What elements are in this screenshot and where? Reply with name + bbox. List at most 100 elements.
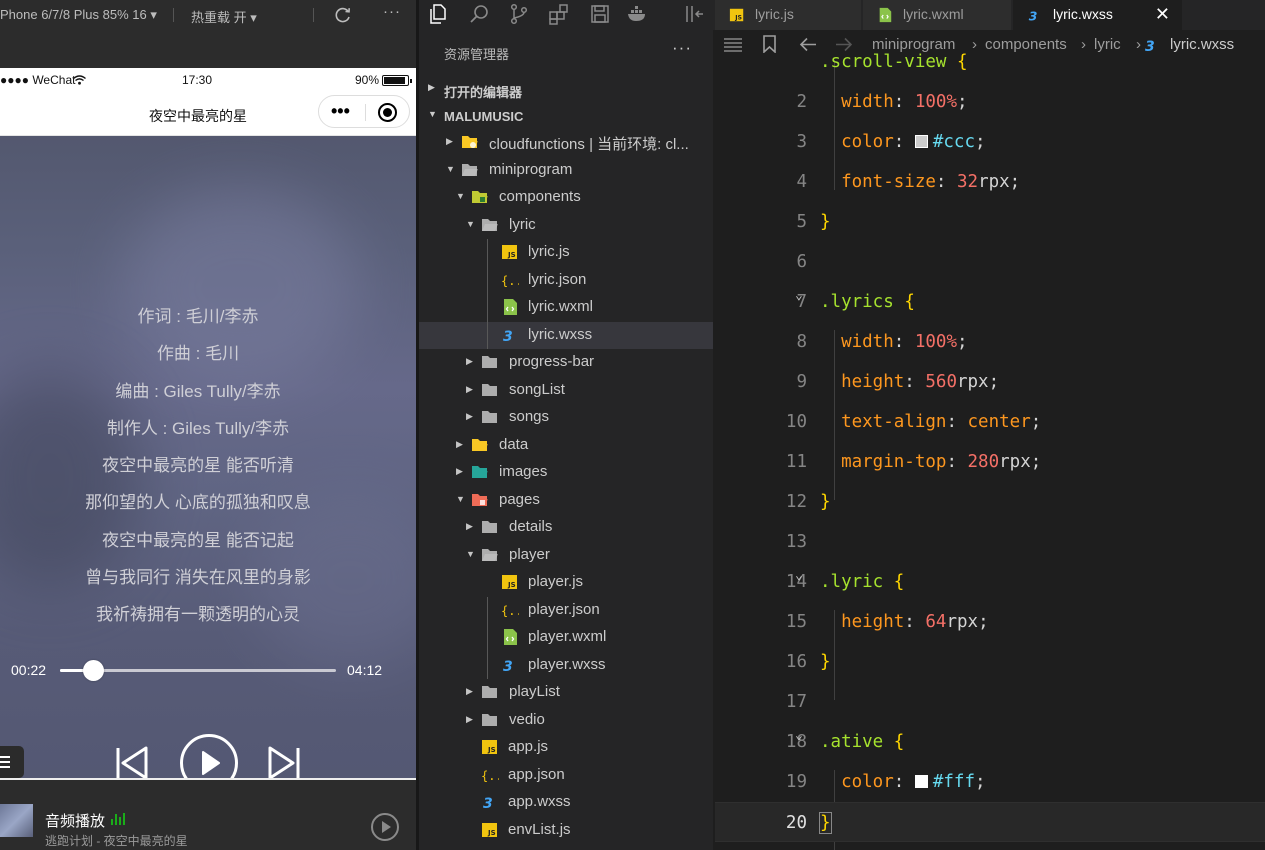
code-line[interactable]: 12} — [715, 482, 1265, 522]
save-icon[interactable] — [589, 3, 611, 25]
code-line[interactable]: 18 ⌄ .ative { — [715, 722, 1265, 762]
code-line[interactable]: 6 — [715, 242, 1265, 282]
code-line[interactable]: 11 margin-top: 280rpx; — [715, 442, 1265, 482]
chevron-down-icon[interactable]: ▼ — [466, 549, 475, 559]
chevron-right-icon[interactable]: ▶ — [456, 439, 463, 450]
previous-track-icon[interactable] — [114, 745, 150, 778]
color-swatch[interactable] — [914, 135, 928, 148]
progress-thumb[interactable] — [83, 660, 105, 681]
code-line[interactable]: 16} — [715, 642, 1265, 682]
code-line[interactable]: 19 color: #fff; — [715, 762, 1265, 802]
next-track-icon[interactable] — [266, 745, 302, 778]
tree-item-images[interactable]: ▶ images — [419, 459, 713, 487]
tree-item-progress-bar[interactable]: ▶ progress-bar — [419, 349, 713, 377]
search-icon[interactable] — [469, 3, 491, 25]
code-token: ; — [957, 332, 968, 352]
chevron-down-icon[interactable]: ▼ — [466, 219, 475, 229]
tree-item-lyric-json[interactable]: {..} lyric.json — [419, 267, 713, 295]
code-line[interactable]: 20} — [715, 802, 1265, 842]
tree-item-player-json[interactable]: {..} player.json — [419, 597, 713, 625]
tree-item-player-wxml[interactable]: player.wxml — [419, 624, 713, 652]
tree-item-data[interactable]: ▶ data — [419, 432, 713, 460]
code-line[interactable]: 14 ⌄ .lyric { — [715, 562, 1265, 602]
code-line[interactable]: 4 font-size: 32rpx; — [715, 162, 1265, 202]
code-line[interactable]: 15 height: 64rpx; — [715, 602, 1265, 642]
code-line[interactable]: 3 color: #ccc; — [715, 122, 1265, 162]
tree-item-miniprogram[interactable]: ▼ miniprogram — [419, 157, 713, 185]
chevron-right-icon[interactable]: ▶ — [466, 714, 473, 725]
explorer-more-icon[interactable]: ··· — [672, 38, 692, 58]
tab-lyric-js[interactable]: JS lyric.js — [715, 0, 862, 30]
code-line[interactable]: .scroll-view { — [715, 42, 1265, 82]
tree-item-label: vedio — [509, 710, 545, 728]
tree-item-cloudfunctions[interactable]: ▶ cloudfunctions | 当前环境: cl... — [419, 129, 713, 157]
js-file-icon: JS — [482, 822, 497, 837]
tab-lyric-wxss[interactable]: 3 lyric.wxss ✕ — [1013, 0, 1183, 30]
code-line[interactable]: 5} — [715, 202, 1265, 242]
extensions-icon[interactable] — [548, 3, 570, 25]
more-icon[interactable]: ··· — [383, 3, 401, 20]
code-line[interactable]: 9 height: 560rpx; — [715, 362, 1265, 402]
tree-item-app-js[interactable]: JS app.js — [419, 734, 713, 762]
hot-reload-toggle[interactable]: 热重载 开 ▾ — [191, 7, 257, 26]
tree-item-app-json[interactable]: {..} app.json — [419, 762, 713, 790]
playlist-menu-icon[interactable] — [0, 746, 24, 778]
tab-lyric-wxml[interactable]: lyric.wxml — [863, 0, 1012, 30]
close-miniprogram-icon[interactable] — [378, 103, 397, 122]
chevron-right-icon[interactable]: ▶ — [466, 384, 473, 395]
docker-icon[interactable] — [626, 3, 648, 25]
device-select[interactable]: Phone 6/7/8 Plus 85% 16 ▾ — [0, 7, 157, 23]
chevron-down-icon[interactable]: ▼ — [456, 191, 465, 201]
tree-item-details[interactable]: ▶ details — [419, 514, 713, 542]
code-lines[interactable]: .scroll-view {2 width: 100%; 3 color: #cc… — [715, 52, 1265, 850]
tree-item-lyric-wxml[interactable]: lyric.wxml — [419, 294, 713, 322]
refresh-icon[interactable] — [333, 5, 353, 25]
chevron-right-icon[interactable]: ▶ — [446, 136, 453, 147]
tree-item-vedio[interactable]: ▶ vedio — [419, 707, 713, 735]
code-text: text-align: center; — [820, 412, 1041, 432]
tree-item-lyric[interactable]: ▼ lyric — [419, 212, 713, 240]
collapse-panel-icon[interactable] — [684, 3, 706, 25]
mini-play-icon[interactable] — [371, 813, 399, 841]
color-swatch[interactable] — [914, 775, 928, 788]
explorer-files-icon[interactable] — [427, 3, 449, 25]
tree-item-songs[interactable]: ▶ songs — [419, 404, 713, 432]
project-section[interactable]: ▼ MALUMUSIC — [419, 103, 713, 129]
progress-track[interactable] — [60, 660, 336, 681]
code-line[interactable]: 17 — [715, 682, 1265, 722]
tree-item-player[interactable]: ▼ player — [419, 542, 713, 570]
code-token: 100% — [914, 92, 957, 112]
code-line[interactable]: 8 width: 100%; — [715, 322, 1265, 362]
play-pause-icon[interactable] — [179, 733, 239, 778]
fold-chevron-icon[interactable]: ⌄ — [795, 568, 803, 583]
more-menu-icon[interactable]: ••• — [331, 102, 350, 120]
close-icon[interactable]: ✕ — [1155, 0, 1170, 28]
tree-item-playList[interactable]: ▶ playList — [419, 679, 713, 707]
mini-player[interactable]: 音频播放 逃跑计划 - 夜空中最亮的星 — [0, 778, 416, 850]
tree-item-pages[interactable]: ▼ pages — [419, 487, 713, 515]
code-line[interactable]: 13 — [715, 522, 1265, 562]
chevron-right-icon[interactable]: ▶ — [456, 466, 463, 477]
chevron-right-icon[interactable]: ▶ — [466, 521, 473, 532]
code-line[interactable]: 2 width: 100%; — [715, 82, 1265, 122]
tree-item-lyric-js[interactable]: JS lyric.js — [419, 239, 713, 267]
chevron-right-icon[interactable]: ▶ — [466, 411, 473, 422]
tree-item-player-wxss[interactable]: 3 player.wxss — [419, 652, 713, 680]
chevron-right-icon[interactable]: ▶ — [466, 356, 473, 367]
tree-item-components[interactable]: ▼ components — [419, 184, 713, 212]
tree-item-lyric-wxss[interactable]: 3 lyric.wxss — [419, 321, 713, 349]
tree-item-envList-js[interactable]: JS envList.js — [419, 817, 713, 845]
tree-item-songList[interactable]: ▶ songList — [419, 377, 713, 405]
code-line[interactable]: 7 ⌄ .lyrics { — [715, 282, 1265, 322]
fold-chevron-icon[interactable]: ⌄ — [795, 728, 803, 743]
source-control-icon[interactable] — [508, 3, 530, 25]
chevron-down-icon[interactable]: ▼ — [446, 164, 455, 174]
fold-chevron-icon[interactable]: ⌄ — [795, 288, 803, 303]
chevron-down-icon[interactable]: ▼ — [456, 494, 465, 504]
lyrics-list[interactable]: 作词 : 毛川/李赤 作曲 : 毛川 编曲 : Giles Tully/李赤 制作人 … — [0, 298, 396, 634]
tree-item-app-wxss[interactable]: 3 app.wxss — [419, 789, 713, 817]
open-editors-section[interactable]: ▶ 打开的编辑器 — [419, 76, 713, 102]
code-line[interactable]: 10 text-align: center; — [715, 402, 1265, 442]
chevron-right-icon[interactable]: ▶ — [466, 686, 473, 697]
tree-item-player-js[interactable]: JS player.js — [419, 569, 713, 597]
